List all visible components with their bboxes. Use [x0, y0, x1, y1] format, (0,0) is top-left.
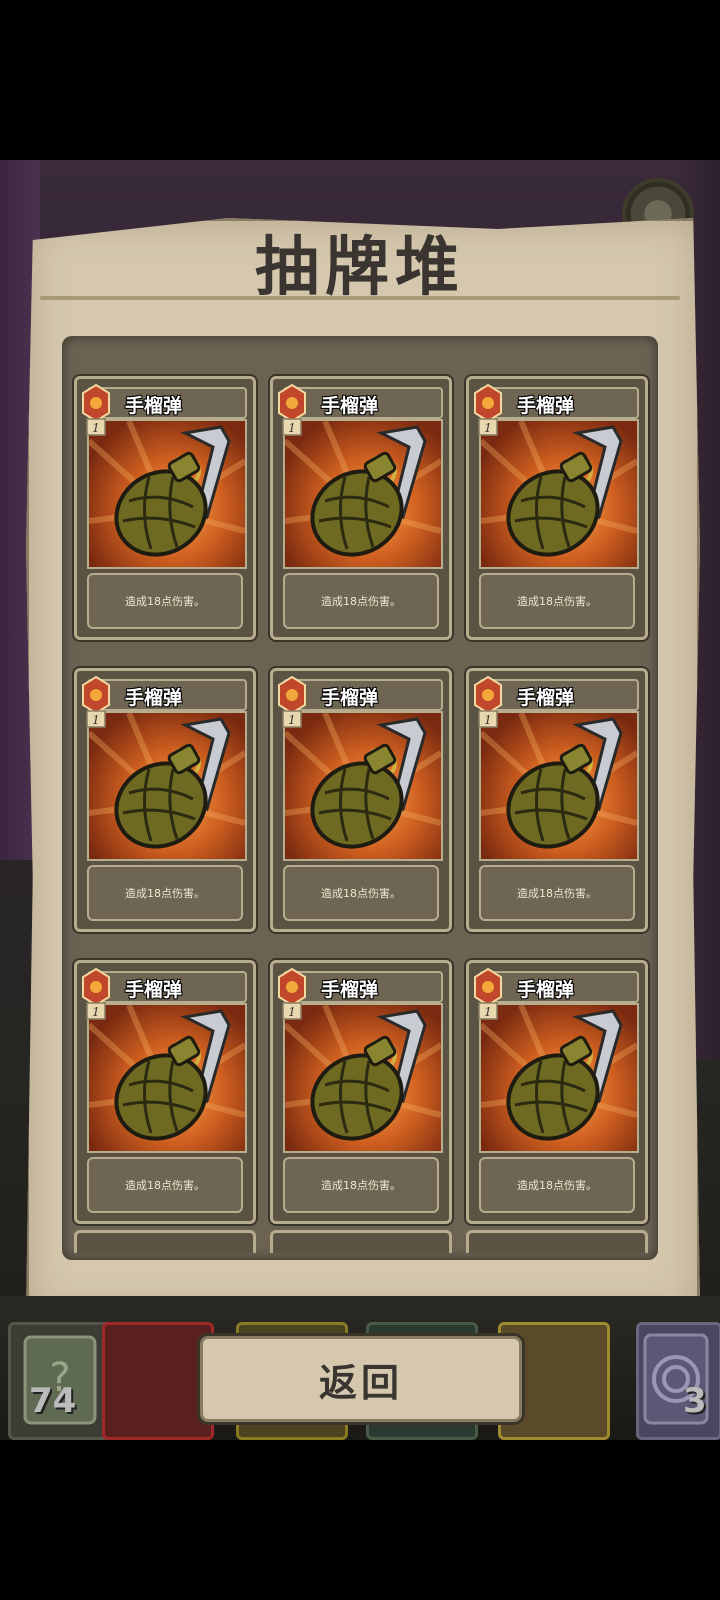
draw-pile-count: 74 — [29, 1381, 77, 1421]
card-grenade[interactable]: 手榴弹 1 造成18点伤害。 — [74, 668, 256, 932]
card-name: 手榴弹 — [125, 395, 183, 417]
discard-pile-slot[interactable]: 3 — [636, 1322, 720, 1440]
card-description-box: 造成18点伤害。 — [283, 573, 439, 629]
title-divider — [40, 296, 680, 300]
card-name: 手榴弹 — [125, 979, 183, 1001]
card-description-box: 造成18点伤害。 — [87, 573, 243, 629]
card-cost: 1 — [484, 713, 492, 727]
cost-gem-icon: 1 — [474, 675, 502, 728]
panel-title: 抽牌堆 — [255, 230, 465, 305]
card-name-bar: 手榴弹 — [87, 679, 247, 711]
grenade-art — [283, 711, 443, 861]
card-description-box: 造成18点伤害。 — [479, 1157, 635, 1213]
back-button[interactable]: 返回 — [200, 1336, 522, 1422]
card-description: 造成18点伤害。 — [517, 887, 597, 900]
grenade-art — [479, 1003, 639, 1153]
grenade-art — [87, 1003, 247, 1153]
card-grenade[interactable]: 手榴弹 1 造成18点伤害。 — [74, 960, 256, 1224]
card-name-bar: 手榴弹 — [479, 387, 639, 419]
grenade-icon — [285, 1005, 441, 1141]
cost-gem-icon: 1 — [278, 383, 306, 436]
card-name: 手榴弹 — [321, 979, 379, 1001]
card-peek[interactable] — [466, 1230, 648, 1253]
card-cost: 1 — [288, 713, 296, 727]
character-slot-1[interactable] — [102, 1322, 214, 1440]
card-description-box: 造成18点伤害。 — [87, 865, 243, 921]
card-name-bar: 手榴弹 — [283, 387, 443, 419]
card-name: 手榴弹 — [517, 687, 575, 709]
card-cost: 1 — [92, 713, 100, 727]
cost-gem-icon: 1 — [82, 383, 110, 436]
grenade-art — [87, 711, 247, 861]
card-name: 手榴弹 — [517, 395, 575, 417]
card-name-bar: 手榴弹 — [87, 387, 247, 419]
card-cost: 1 — [288, 421, 296, 435]
grenade-icon — [481, 713, 637, 849]
card-grenade[interactable]: 手榴弹 1 造成18点伤害。 — [270, 960, 452, 1224]
card-name: 手榴弹 — [125, 687, 183, 709]
cost-gem-icon: 1 — [278, 967, 306, 1020]
card-cost: 1 — [484, 1005, 492, 1019]
card-description: 造成18点伤害。 — [517, 1179, 597, 1192]
card-name-bar: 手榴弹 — [283, 971, 443, 1003]
back-button-label: 返回 — [318, 1360, 403, 1405]
grenade-icon — [89, 421, 245, 557]
cost-gem-icon: 1 — [474, 967, 502, 1020]
card-description: 造成18点伤害。 — [517, 595, 597, 608]
card-description: 造成18点伤害。 — [321, 1179, 401, 1192]
card-cost: 1 — [484, 421, 492, 435]
card-peek[interactable] — [74, 1230, 256, 1253]
cost-gem-icon: 1 — [474, 383, 502, 436]
card-description: 造成18点伤害。 — [125, 595, 205, 608]
discard-pile-count: 3 — [683, 1381, 707, 1421]
card-description-box: 造成18点伤害。 — [479, 865, 635, 921]
card-grenade[interactable]: 手榴弹 1 造成18点伤害。 — [466, 960, 648, 1224]
grenade-icon — [481, 1005, 637, 1141]
card-name-bar: 手榴弹 — [479, 971, 639, 1003]
card-description: 造成18点伤害。 — [125, 887, 205, 900]
card-description-box: 造成18点伤害。 — [283, 1157, 439, 1213]
card-grenade[interactable]: 手榴弹 1 造成18点伤害。 — [466, 668, 648, 932]
card-grenade[interactable]: 手榴弹 1 造成18点伤害。 — [270, 376, 452, 640]
grenade-art — [479, 419, 639, 569]
grenade-art — [283, 1003, 443, 1153]
card-description-box: 造成18点伤害。 — [283, 865, 439, 921]
card-cost: 1 — [288, 1005, 296, 1019]
card-description-box: 造成18点伤害。 — [87, 1157, 243, 1213]
grenade-icon — [89, 713, 245, 849]
grenade-art — [283, 419, 443, 569]
grenade-icon — [285, 421, 441, 557]
grenade-icon — [285, 713, 441, 849]
card-cost: 1 — [92, 1005, 100, 1019]
card-name-bar: 手榴弹 — [479, 679, 639, 711]
card-grenade[interactable]: 手榴弹 1 造成18点伤害。 — [74, 376, 256, 640]
card-description: 造成18点伤害。 — [125, 1179, 205, 1192]
cost-gem-icon: 1 — [82, 675, 110, 728]
grenade-art — [479, 711, 639, 861]
card-description-box: 造成18点伤害。 — [479, 573, 635, 629]
card-name: 手榴弹 — [321, 395, 379, 417]
cost-gem-icon: 1 — [82, 967, 110, 1020]
grenade-art — [87, 419, 247, 569]
card-name-bar: 手榴弹 — [283, 679, 443, 711]
card-name-bar: 手榴弹 — [87, 971, 247, 1003]
card-description: 造成18点伤害。 — [321, 887, 401, 900]
card-name: 手榴弹 — [517, 979, 575, 1001]
card-grid[interactable]: 手榴弹 1 造成18点伤害。 手榴弹 1 造成18点伤害。 手榴弹 1 造成18点伤害。 手榴弹 1… — [62, 336, 658, 1260]
grenade-icon — [89, 1005, 245, 1141]
card-description: 造成18点伤害。 — [321, 595, 401, 608]
card-name: 手榴弹 — [321, 687, 379, 709]
card-grenade[interactable]: 手榴弹 1 造成18点伤害。 — [466, 376, 648, 640]
grenade-icon — [481, 421, 637, 557]
cost-gem-icon: 1 — [278, 675, 306, 728]
card-grenade[interactable]: 手榴弹 1 造成18点伤害。 — [270, 668, 452, 932]
card-cost: 1 — [92, 421, 100, 435]
card-peek[interactable] — [270, 1230, 452, 1253]
